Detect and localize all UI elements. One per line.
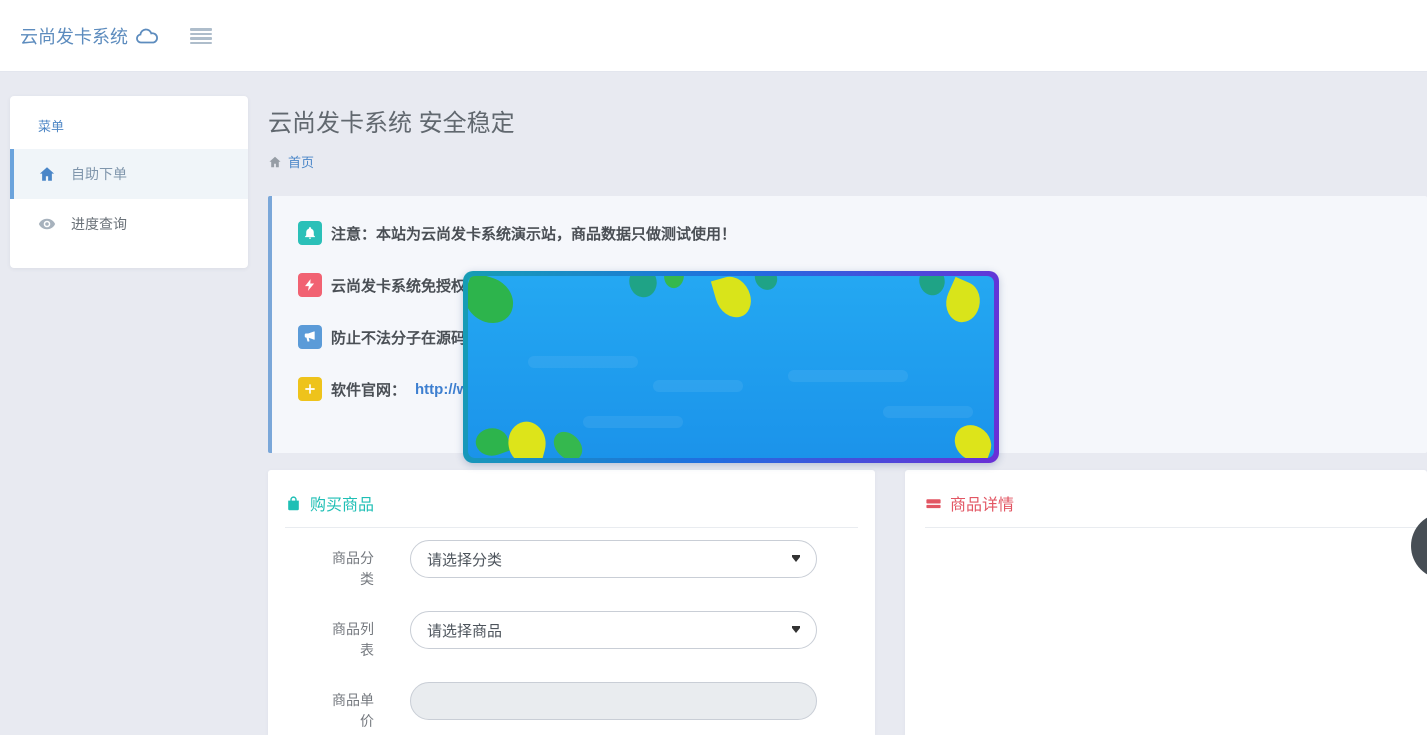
form-row-category: 商品分类 请选择分类 — [268, 540, 875, 578]
breadcrumb: 首页 — [268, 152, 314, 171]
eye-icon — [38, 215, 56, 233]
shopping-bag-icon — [285, 495, 302, 512]
divider — [925, 527, 1427, 528]
divider — [285, 527, 858, 528]
purchase-panel-header: 购买商品 — [285, 491, 374, 515]
price-label: 商品单价 — [322, 690, 374, 732]
bell-icon — [298, 221, 322, 245]
promo-banner-canvas — [468, 276, 994, 458]
chevron-down-icon — [792, 557, 800, 562]
product-details-panel: 商品详情 — [905, 470, 1427, 735]
leaf-decoration — [503, 418, 551, 458]
notice-text: 软件官网： — [331, 379, 406, 400]
leaf-decoration — [939, 277, 986, 327]
notice-text: 防止不法分子在源码中 — [331, 327, 481, 348]
sidebar-item-progress-query[interactable]: 进度查询 — [10, 199, 248, 249]
leaf-decoration — [662, 276, 686, 290]
chevron-down-icon — [792, 628, 800, 633]
notice-text: 云尚发卡系统免授权使 — [331, 275, 481, 296]
form-row-price: 商品单价 — [268, 682, 875, 720]
leaf-decoration — [949, 421, 994, 458]
cloud-icon — [135, 27, 159, 45]
category-select[interactable]: 请选择分类 — [410, 540, 817, 578]
leaf-decoration — [913, 276, 950, 300]
notice-text: 注意：本站为云尚发卡系统演示站，商品数据只做测试使用！ — [331, 223, 736, 244]
leaf-decoration — [750, 276, 782, 294]
form-row-product: 商品列表 请选择商品 — [268, 611, 875, 649]
leaf-decoration — [548, 427, 588, 458]
leaf-decoration — [711, 276, 755, 322]
home-icon — [268, 155, 282, 169]
category-label: 商品分类 — [322, 548, 374, 590]
bullhorn-icon — [298, 325, 322, 349]
price-input[interactable] — [410, 682, 817, 720]
leaf-decoration — [472, 423, 512, 458]
card-list-icon — [925, 495, 942, 512]
notice-row: 注意：本站为云尚发卡系统演示站，商品数据只做测试使用！ — [298, 221, 1427, 245]
product-label: 商品列表 — [322, 619, 374, 661]
purchase-panel: 购买商品 商品分类 请选择分类 商品列表 请选择商品 商品单价 — [268, 470, 875, 735]
bolt-icon — [298, 273, 322, 297]
sidebar-toggle-list-icon[interactable] — [190, 26, 212, 46]
home-icon — [38, 165, 56, 183]
plus-icon — [298, 377, 322, 401]
leaf-decoration — [468, 276, 520, 329]
product-select[interactable]: 请选择商品 — [410, 611, 817, 649]
product-select-value: 请选择商品 — [427, 620, 502, 641]
page-title: 云尚发卡系统 安全稳定 — [268, 103, 515, 138]
leaf-decoration — [623, 276, 664, 302]
sidebar-item-self-order[interactable]: 自助下单 — [10, 149, 248, 199]
category-select-value: 请选择分类 — [427, 549, 502, 570]
promo-banner-image — [463, 271, 999, 463]
purchase-panel-title: 购买商品 — [310, 491, 374, 515]
brand-logo[interactable]: 云尚发卡系统 — [20, 0, 159, 72]
details-panel-title: 商品详情 — [950, 491, 1014, 515]
top-header: 云尚发卡系统 — [0, 0, 1427, 72]
sidebar-item-label: 进度查询 — [71, 214, 127, 234]
breadcrumb-home-link[interactable]: 首页 — [288, 152, 314, 171]
sidebar-menu-label: 菜单 — [10, 96, 248, 149]
sidebar-item-label: 自助下单 — [71, 164, 127, 184]
sidebar: 菜单 自助下单 进度查询 — [10, 96, 248, 268]
details-panel-header: 商品详情 — [925, 491, 1014, 515]
brand-text: 云尚发卡系统 — [20, 23, 128, 49]
